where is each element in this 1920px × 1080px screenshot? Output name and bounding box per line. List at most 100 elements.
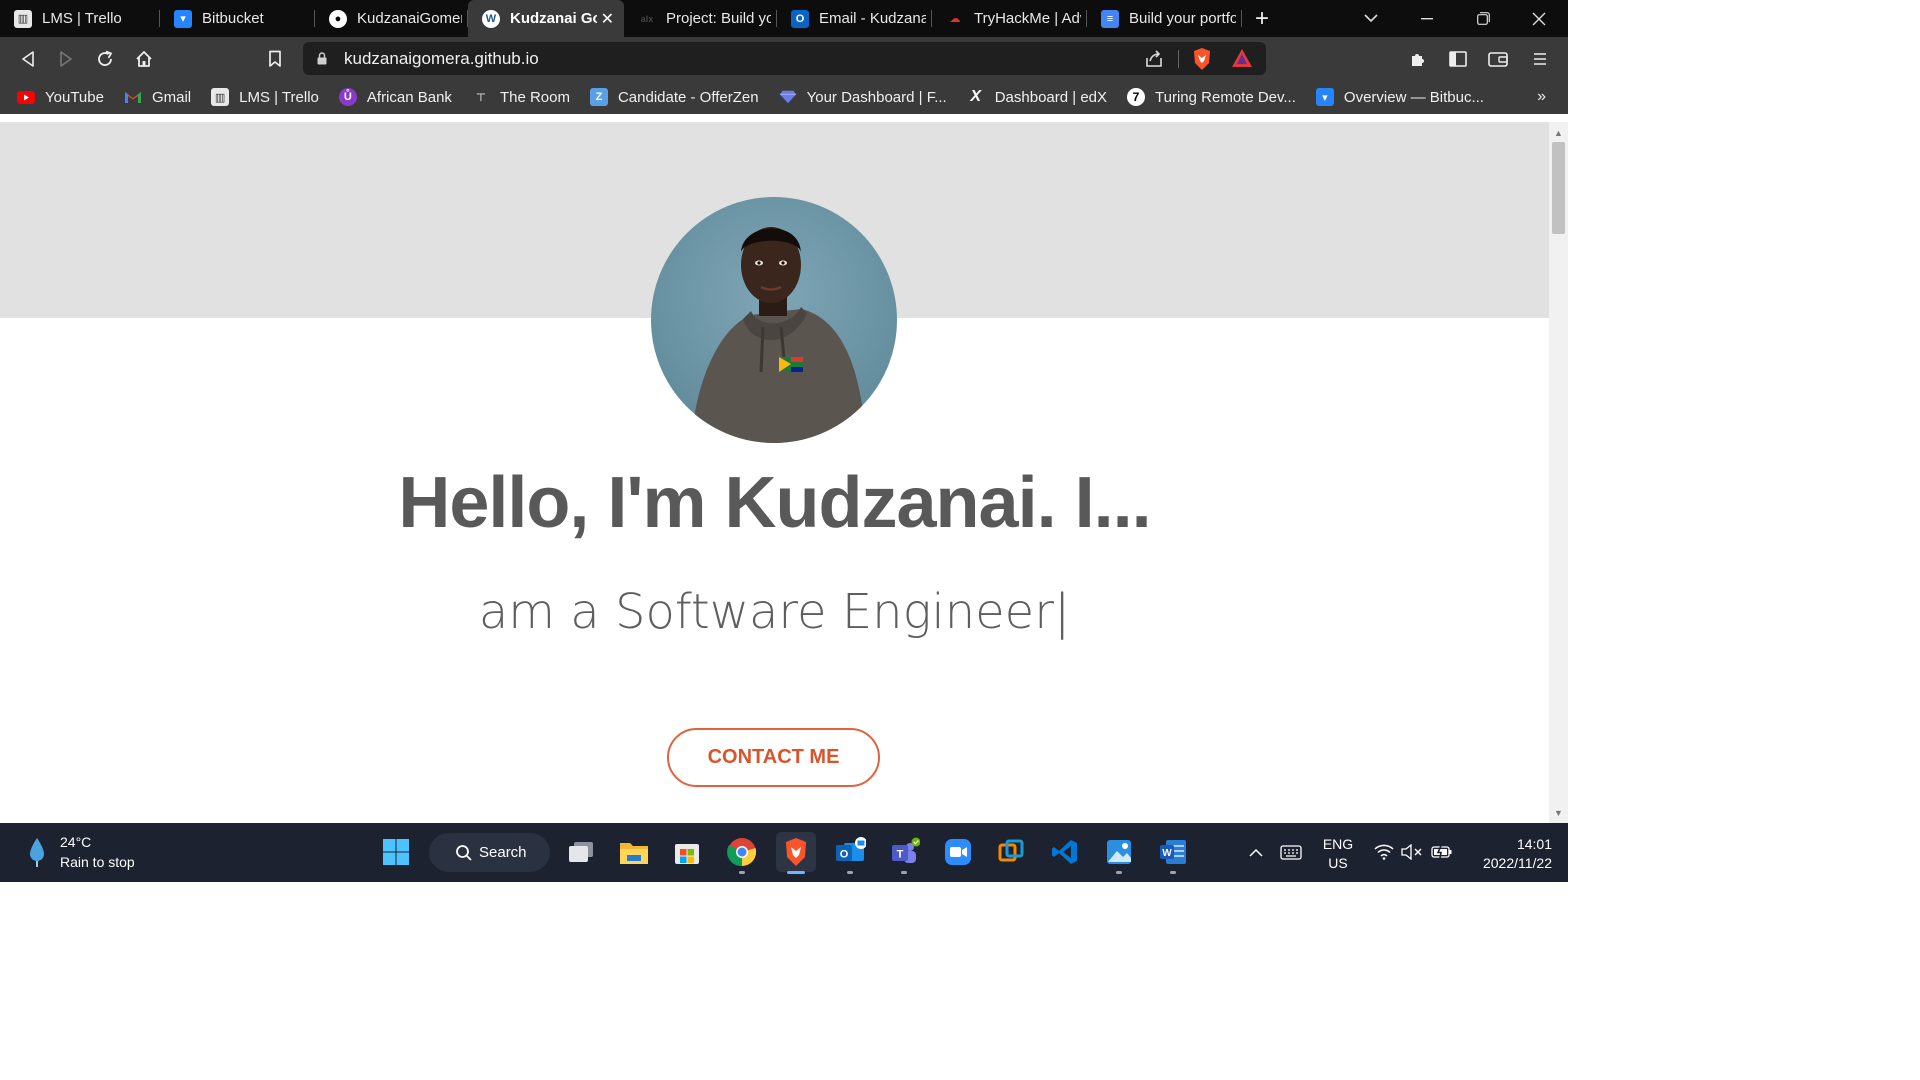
- clock[interactable]: 14:01 2022/11/22: [1466, 835, 1552, 873]
- microsoft-store-icon[interactable]: [667, 832, 707, 872]
- diamond-icon: [779, 88, 797, 106]
- home-icon[interactable]: [126, 37, 162, 80]
- zoom-icon[interactable]: [938, 832, 978, 872]
- african-bank-icon: Ů: [338, 88, 357, 106]
- edx-icon: X: [970, 88, 982, 105]
- tab-build-portfolio[interactable]: ≡ Build your portfo: [1087, 0, 1242, 37]
- reload-icon[interactable]: [87, 37, 123, 80]
- url-text[interactable]: kudzanaigomera.github.io: [344, 49, 539, 69]
- scroll-thumb[interactable]: [1552, 142, 1565, 234]
- page-viewport: Hello, I'm Kudzanai. I... am a Software …: [0, 122, 1549, 823]
- tab-title: Project: Build you: [666, 10, 771, 27]
- close-window-icon[interactable]: [1511, 0, 1567, 37]
- bookmark-african-bank[interactable]: Ů African Bank: [338, 88, 452, 106]
- clock-date: 2022/11/22: [1482, 855, 1552, 871]
- extensions-icon[interactable]: [1400, 37, 1436, 80]
- search-label: Search: [479, 844, 527, 861]
- wallet-icon[interactable]: [1480, 37, 1516, 80]
- brave-rewards-icon[interactable]: [1231, 48, 1253, 68]
- tab-title: Build your portfo: [1129, 10, 1236, 27]
- brave-shields-icon[interactable]: [1191, 47, 1213, 71]
- profile-avatar: [651, 197, 897, 443]
- youtube-icon: [17, 88, 35, 106]
- tryhackme-icon: ☁: [946, 9, 964, 28]
- bookmark-offerzen[interactable]: Z Candidate - OfferZen: [589, 88, 759, 106]
- vscode-icon[interactable]: [1045, 832, 1085, 872]
- bookmark-edx[interactable]: X Dashboard | edX: [967, 88, 1107, 106]
- vmware-icon[interactable]: [991, 832, 1031, 872]
- share-icon[interactable]: [1143, 48, 1165, 70]
- svg-text:T: T: [897, 849, 904, 861]
- tab-search-chevron-icon[interactable]: [1343, 0, 1399, 37]
- weather-condition: Rain to stop: [60, 854, 135, 870]
- tab-bitbucket[interactable]: ▾ Bitbucket: [160, 0, 315, 37]
- bookmark-bitbucket[interactable]: ▾ Overview — Bitbuc...: [1315, 88, 1484, 106]
- navigation-bar: kudzanaigomera.github.io: [0, 37, 1568, 80]
- restore-icon[interactable]: [1455, 0, 1511, 37]
- tab-lms-trello[interactable]: ▥ LMS | Trello: [0, 0, 160, 37]
- tab-title: TryHackMe | Adv: [974, 10, 1081, 27]
- tab-github[interactable]: ● KudzanaiGomera: [315, 0, 468, 37]
- hero-headline: Hello, I'm Kudzanai. I...: [398, 463, 1151, 543]
- minimize-icon[interactable]: [1399, 0, 1455, 37]
- bookmark-the-room[interactable]: ⊤ The Room: [472, 88, 570, 106]
- taskbar-search[interactable]: Search: [429, 833, 550, 872]
- tab-project[interactable]: alx Project: Build you: [624, 0, 777, 37]
- gmail-icon: [124, 88, 142, 106]
- close-tab-icon[interactable]: ✕: [597, 9, 618, 29]
- hero-subline: am a Software Engineer|: [478, 584, 1071, 640]
- bookmark-lms-trello[interactable]: ▥ LMS | Trello: [211, 88, 319, 106]
- tab-title: Bitbucket: [202, 10, 264, 27]
- svg-text:O: O: [840, 849, 849, 861]
- windows-taskbar: 24°C Rain to stop Search O T W ENG US 14…: [0, 823, 1568, 882]
- teams-icon[interactable]: T: [884, 832, 924, 874]
- clock-time: 14:01: [1516, 836, 1552, 852]
- google-docs-icon: ≡: [1101, 9, 1119, 28]
- tab-tryhackme[interactable]: ☁ TryHackMe | Adv: [932, 0, 1087, 37]
- tab-email[interactable]: O Email - Kudzanai: [777, 0, 932, 37]
- tab-title: KudzanaiGomera: [357, 10, 462, 27]
- bookmark-icon[interactable]: [257, 37, 293, 80]
- bookmark-gmail[interactable]: Gmail: [124, 88, 191, 106]
- bookmark-dashboard-f[interactable]: Your Dashboard | F...: [779, 88, 947, 106]
- task-view-icon[interactable]: [561, 832, 601, 872]
- wordpress-icon: W: [482, 9, 500, 28]
- word-icon[interactable]: W: [1153, 832, 1193, 874]
- bookmark-turing[interactable]: 7 Turing Remote Dev...: [1127, 88, 1296, 106]
- file-explorer-icon[interactable]: [614, 832, 654, 872]
- offerzen-icon: Z: [589, 88, 608, 106]
- chrome-icon[interactable]: [722, 832, 762, 874]
- battery-charging-icon[interactable]: [1422, 832, 1462, 872]
- start-windows-icon[interactable]: [376, 832, 416, 872]
- scroll-up-arrow-icon[interactable]: ▲: [1549, 124, 1568, 141]
- page-scrollbar[interactable]: ▲ ▼: [1549, 122, 1568, 823]
- keyboard-icon[interactable]: [1271, 832, 1311, 872]
- outlook-icon[interactable]: O: [830, 832, 870, 874]
- address-bar[interactable]: kudzanaigomera.github.io: [303, 42, 1266, 75]
- photos-icon[interactable]: [1099, 832, 1139, 874]
- the-room-icon: ⊤: [475, 91, 486, 104]
- tab-kudzanai-active[interactable]: W Kudzanai Go ✕: [468, 0, 624, 37]
- bitbucket-icon: ▾: [174, 9, 192, 28]
- tray-chevron-up-icon[interactable]: [1236, 832, 1276, 872]
- bookmarks-bar: YouTube Gmail ▥ LMS | Trello Ů African B…: [0, 80, 1568, 114]
- forward-icon[interactable]: [48, 37, 84, 80]
- bookmarks-overflow-icon[interactable]: »: [1537, 88, 1546, 106]
- contact-me-button[interactable]: CONTACT ME: [667, 728, 880, 787]
- menu-icon[interactable]: [1522, 37, 1558, 80]
- trello-icon: ▥: [211, 88, 230, 106]
- weather-temp: 24°C: [60, 834, 92, 850]
- search-icon: [456, 844, 472, 861]
- scroll-down-arrow-icon[interactable]: ▼: [1549, 804, 1568, 821]
- lock-icon: [317, 52, 327, 65]
- brave-browser-icon[interactable]: [776, 832, 816, 874]
- language-indicator[interactable]: ENG US: [1318, 835, 1358, 873]
- weather-widget[interactable]: 24°C Rain to stop: [26, 832, 135, 872]
- new-tab-plus-icon[interactable]: +: [1242, 0, 1282, 37]
- trello-icon: ▥: [14, 9, 32, 28]
- sidebar-icon[interactable]: [1440, 37, 1476, 80]
- svg-text:W: W: [1162, 848, 1172, 859]
- github-icon: ●: [329, 9, 347, 28]
- back-icon[interactable]: [10, 37, 46, 80]
- bookmark-youtube[interactable]: YouTube: [17, 88, 104, 106]
